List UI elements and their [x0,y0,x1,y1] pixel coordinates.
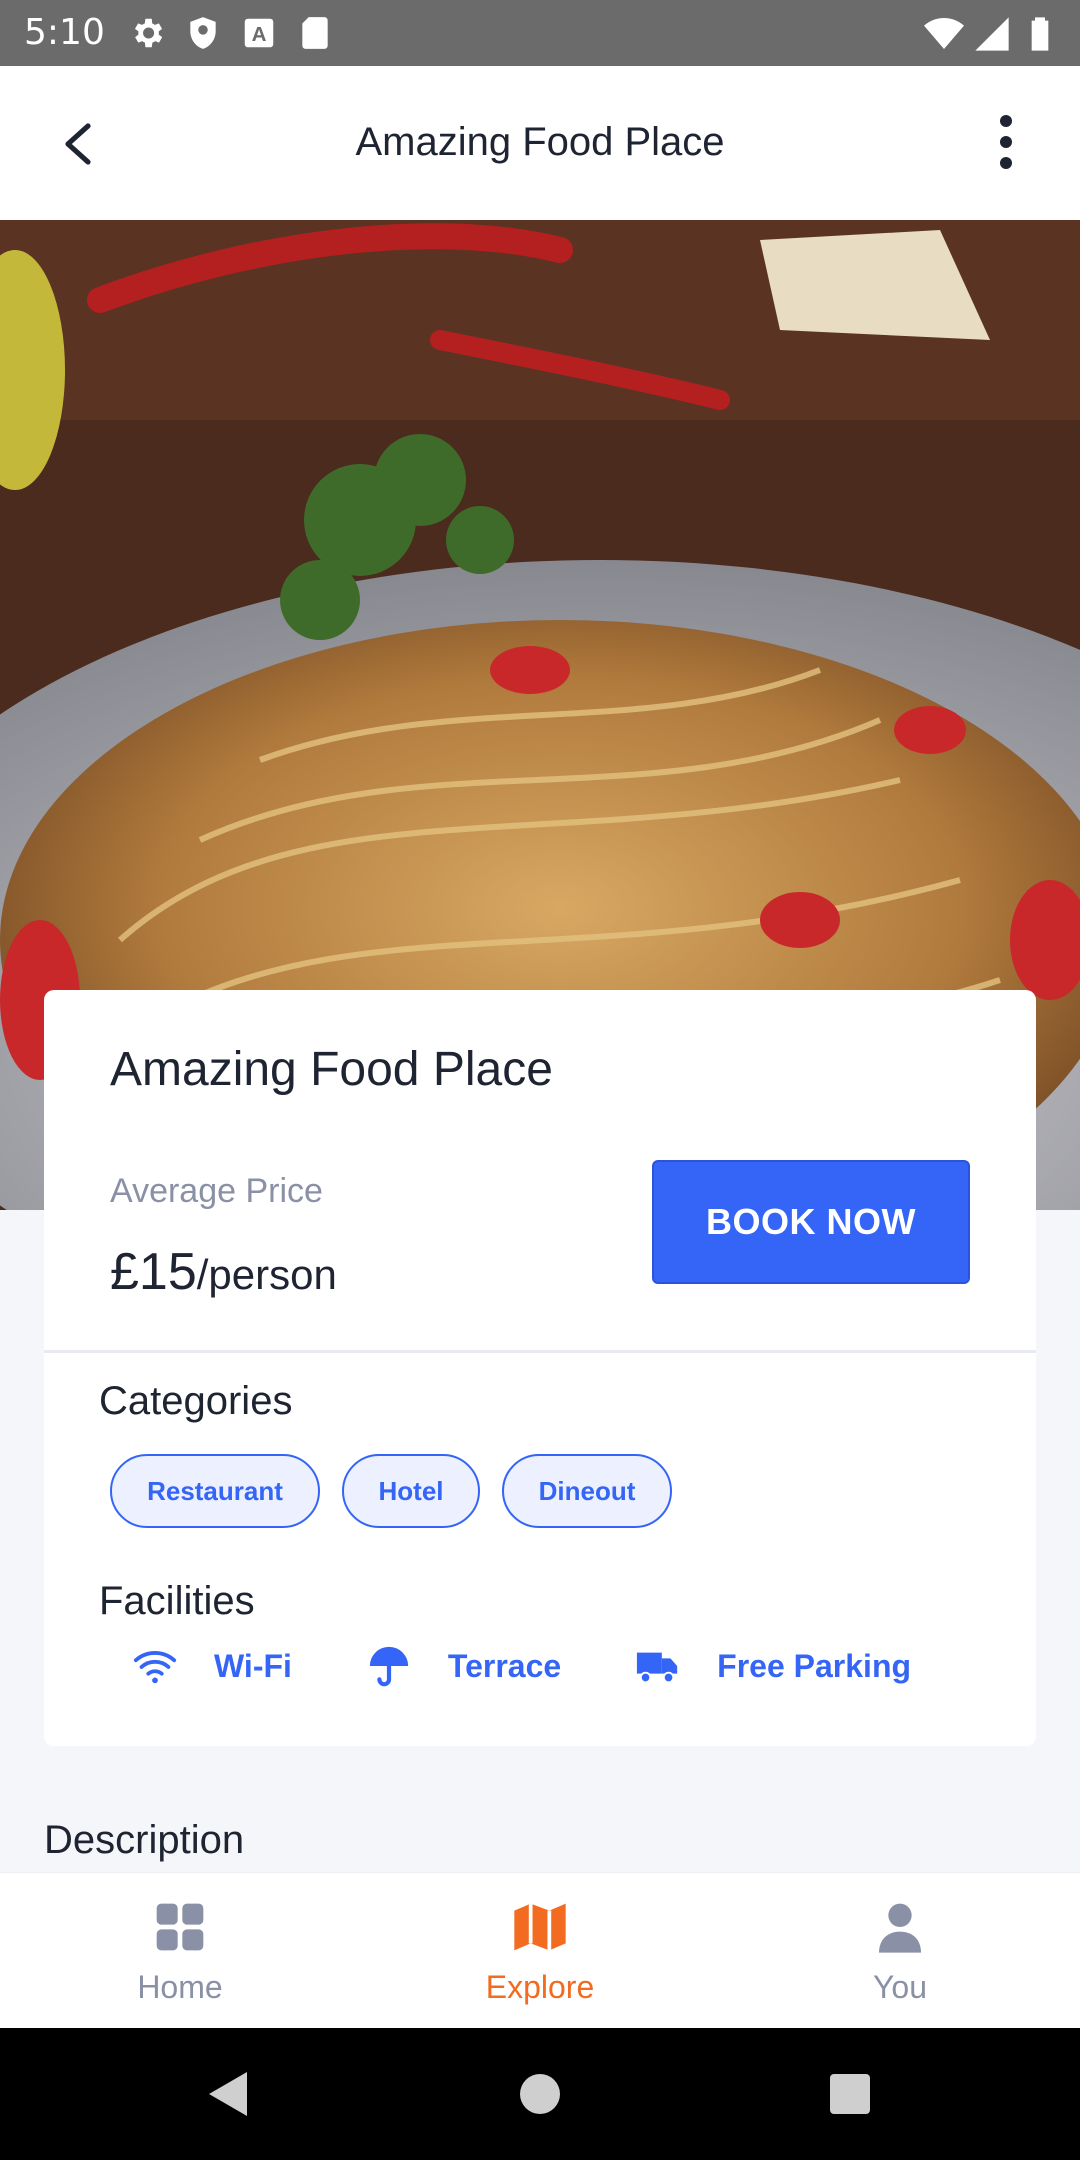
truck-icon [637,1652,678,1684]
nav-label: Home [137,1969,223,2005]
facility-parking: Free Parking [635,1643,911,1689]
category-chips: Restaurant Hotel Dineout [110,1454,672,1528]
description-heading: Description [44,1818,245,1862]
book-now-button[interactable]: BOOK NOW [652,1160,970,1284]
chip-dineout[interactable]: Dineout [502,1454,672,1528]
svg-text:A: A [252,23,267,46]
system-home-button[interactable] [510,2064,570,2124]
app-bar: Amazing Food Place [0,66,1080,220]
facility-terrace: Terrace [366,1643,561,1689]
grid-icon [156,1903,204,1951]
facility-label: Terrace [447,1647,562,1684]
nav-explore[interactable]: Explore [360,1873,720,2028]
triangle-back-icon [209,2072,247,2116]
facility-label: Wi-Fi [214,1647,292,1684]
app-bar-title: Amazing Food Place [355,120,725,164]
price: £15/person [110,1242,337,1302]
sd-card-icon [302,17,328,49]
status-bar: 5:10 A [0,0,1080,66]
price-value: £15 [110,1243,197,1301]
nav-label: You [873,1969,927,2005]
more-options-button[interactable] [986,110,1026,174]
wifi-icon [133,1651,177,1684]
status-right-icons [924,14,1060,54]
price-unit: /person [196,1251,337,1298]
place-summary-card: Amazing Food Place Average Price £15/per… [44,990,1036,1350]
map-icon [514,1903,566,1951]
chip-hotel[interactable]: Hotel [342,1454,480,1528]
wifi-status-icon [924,18,964,49]
nav-you[interactable]: You [720,1873,1080,2028]
system-back-button[interactable] [198,2064,258,2124]
system-recents-button[interactable] [820,2064,880,2124]
chip-restaurant[interactable]: Restaurant [110,1454,320,1528]
average-price-label: Average Price [110,1172,323,1210]
person-icon [879,1903,921,1953]
nav-label: Explore [485,1969,595,2005]
settings-icon [134,18,163,48]
circle-home-icon [520,2074,560,2114]
shield-icon [190,17,216,49]
more-vertical-icon [1000,115,1012,169]
categories-heading: Categories [99,1379,293,1423]
facilities-list: Wi-Fi Terrace Free Parking [132,1643,985,1689]
details-card: Categories Restaurant Hotel Dineout Faci… [44,1353,1036,1746]
signal-icon [975,17,1009,51]
bottom-nav: Home Explore You [0,1872,1080,2028]
system-nav-bar [0,2028,1080,2160]
font-icon: A [244,18,274,48]
umbrella-icon [369,1646,409,1687]
place-title: Amazing Food Place [110,1043,553,1096]
status-time: 5:10 [24,12,105,53]
facilities-heading: Facilities [99,1579,255,1623]
facility-wifi: Wi-Fi [132,1643,292,1689]
battery-icon [1031,17,1049,51]
nav-home[interactable]: Home [0,1873,360,2028]
square-recents-icon [830,2074,870,2114]
status-left-icons: A [128,14,334,52]
facility-label: Free Parking [717,1647,912,1684]
